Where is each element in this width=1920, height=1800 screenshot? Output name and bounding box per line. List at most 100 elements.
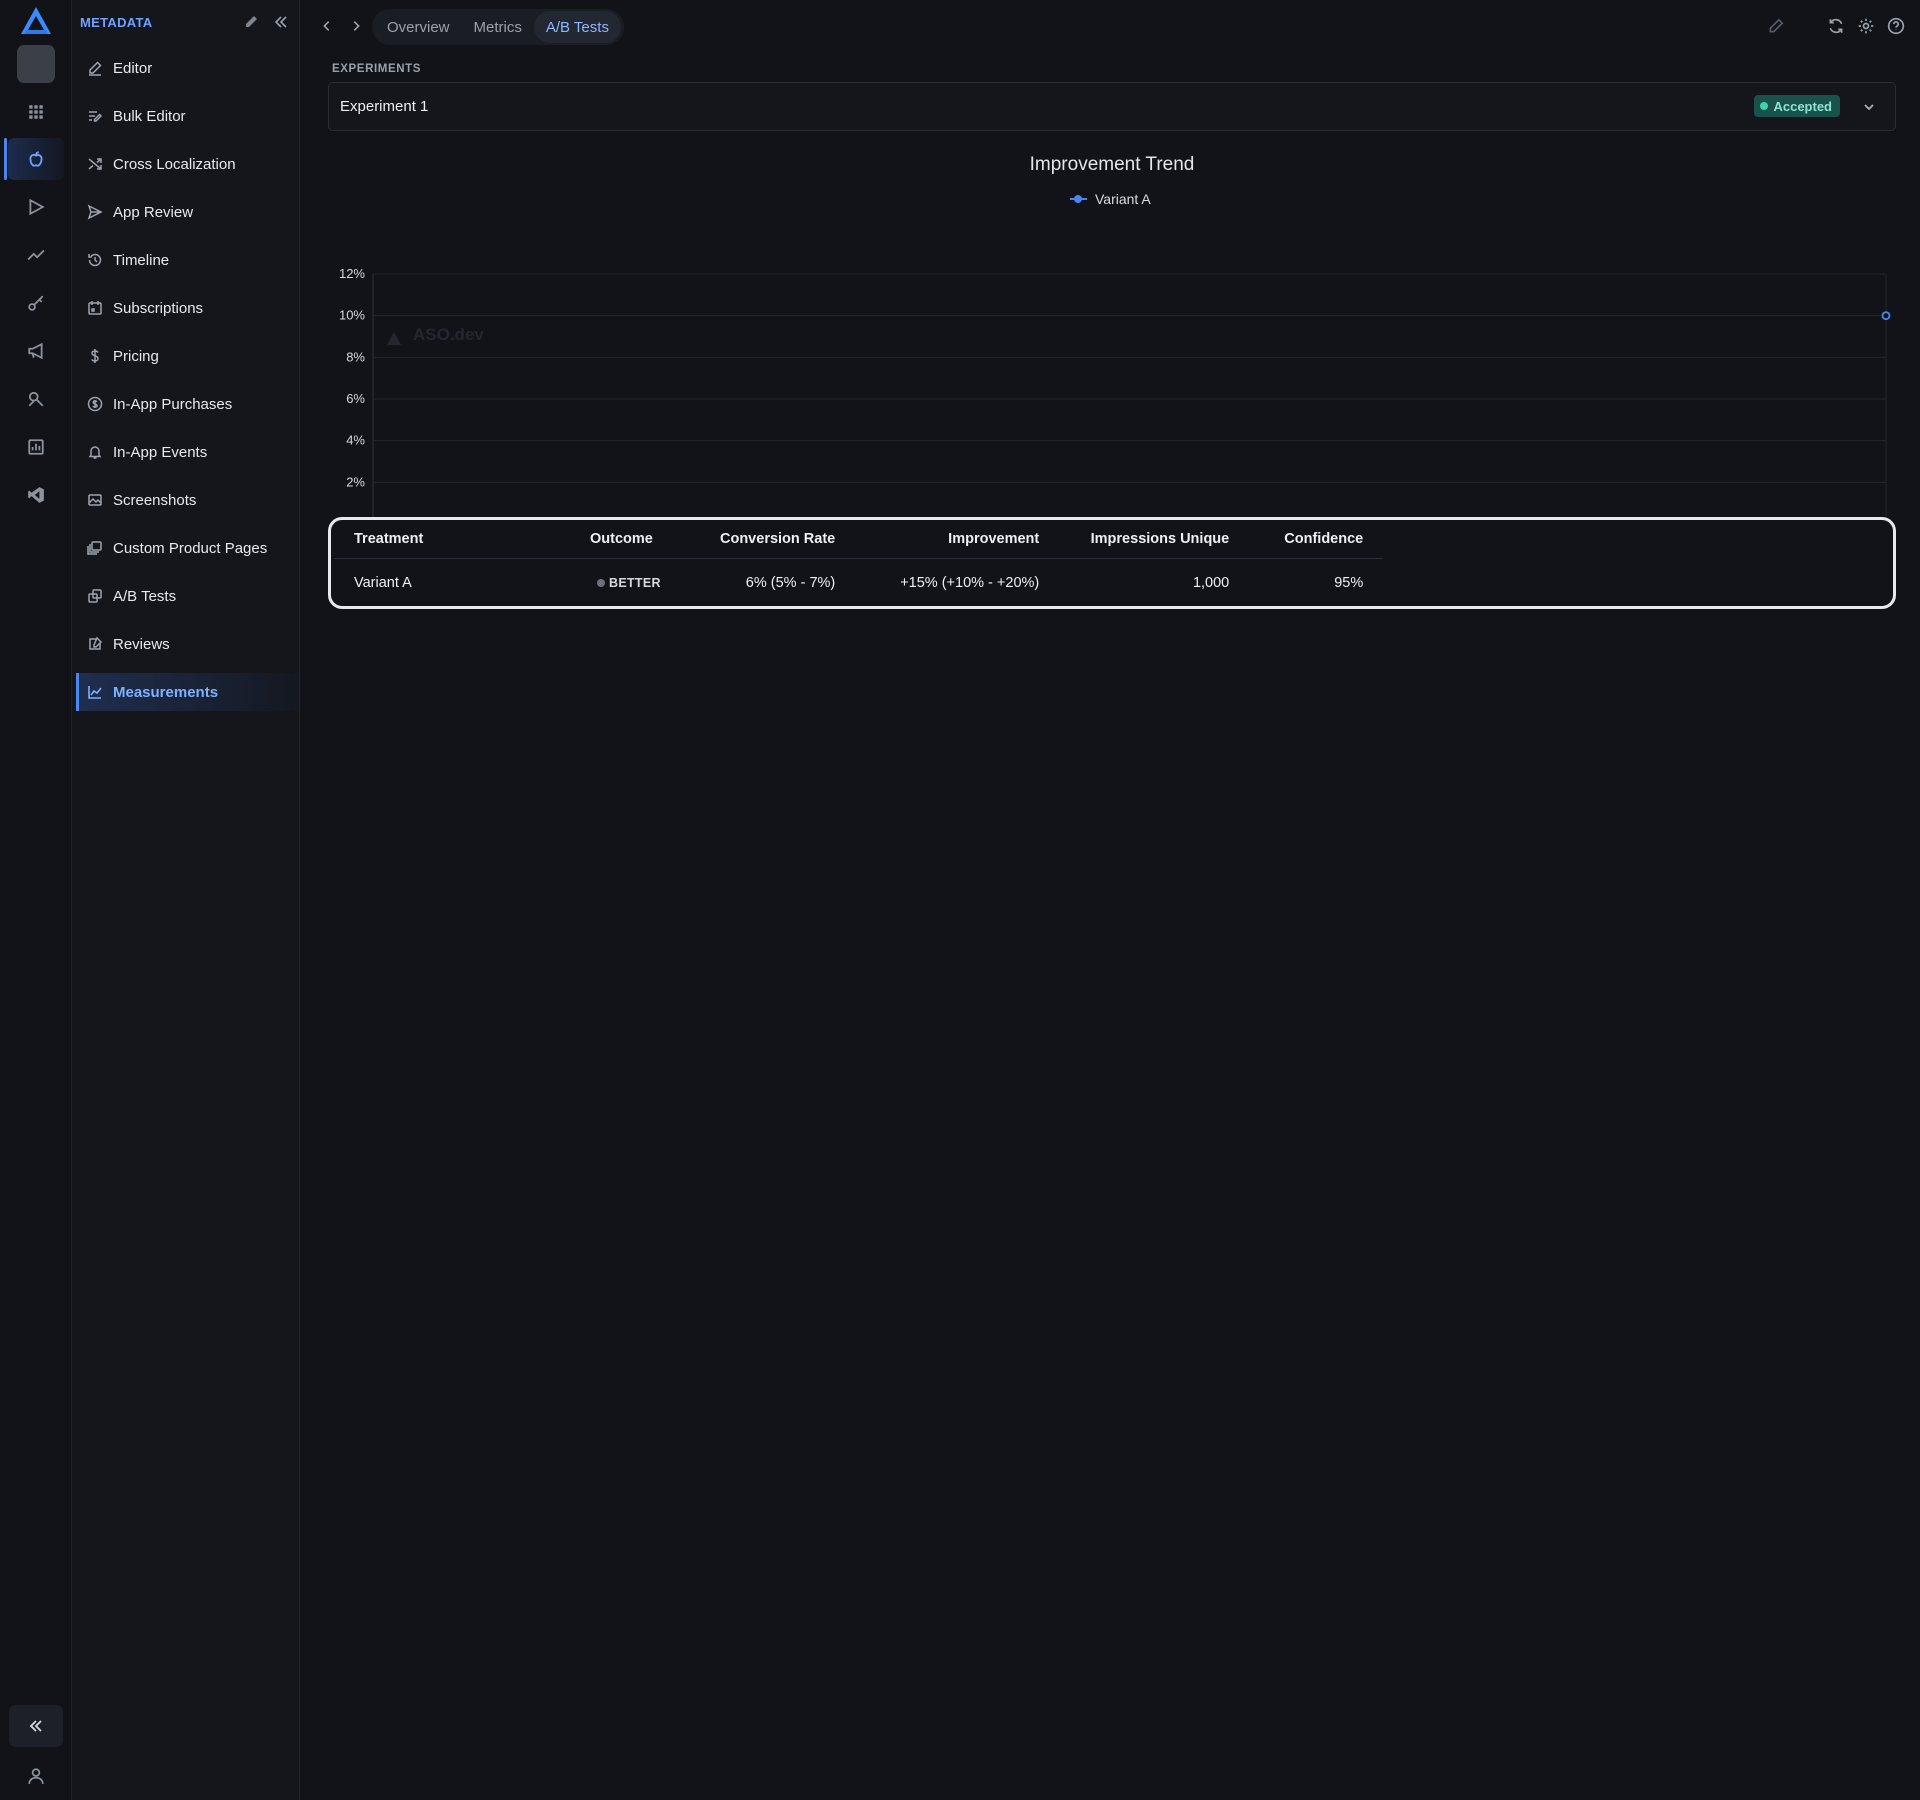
cell-impressions-unique: 1,000 [1192, 575, 1230, 592]
sidebar-item-ab-tests[interactable]: A/B Tests [76, 577, 300, 615]
tab-overview[interactable]: Overview [375, 11, 462, 43]
legend-label: Variant A [1095, 191, 1151, 207]
legend-marker [1070, 194, 1087, 204]
cell-outcome: BETTER [570, 558, 700, 608]
sidebar-item-label: Cross Localization [113, 155, 236, 173]
view-tabs: Overview Metrics A/B Tests [372, 9, 624, 45]
sidebar-item-label: App Review [113, 203, 194, 221]
sidebar-item-label: Measurements [113, 683, 219, 701]
header-confidence: Confidence [1249, 520, 1384, 559]
outcome-dot [597, 579, 605, 588]
sidebar-item-label: A/B Tests [113, 587, 177, 605]
chart-legend[interactable]: Variant A [1070, 191, 1151, 207]
back-arrow-icon[interactable] [316, 15, 338, 37]
results-table-card: Treatment Outcome Conversion Rate Improv… [328, 517, 1896, 609]
y-tick-label: 8% [346, 349, 365, 364]
metadata-sidebar: METADATA Editor Bulk Editor Cross Locali… [72, 0, 300, 1800]
sidebar-title: METADATA [80, 14, 153, 30]
sidebar-item-editor[interactable]: Editor [76, 49, 300, 87]
sidebar-item-in-app-purchases[interactable]: In-App Purchases [76, 385, 300, 423]
chart-title: Improvement Trend [1029, 154, 1195, 175]
experiment-name: Experiment 1 [340, 98, 429, 115]
edit-pencil-icon[interactable] [243, 14, 259, 30]
send-icon [86, 203, 104, 221]
app-avatar[interactable] [17, 45, 55, 83]
sidebar-item-timeline[interactable]: Timeline [76, 241, 300, 279]
chevron-down-icon[interactable] [1861, 99, 1877, 115]
sidebar-item-label: Screenshots [113, 491, 197, 509]
y-tick-label: 4% [346, 433, 365, 448]
sidebar-item-label: Bulk Editor [113, 107, 186, 125]
tab-ab-tests[interactable]: A/B Tests [533, 11, 621, 43]
sidebar-item-label: Timeline [113, 251, 170, 269]
sidebar-item-screenshots[interactable]: Screenshots [76, 481, 300, 519]
user-icon[interactable] [22, 1762, 50, 1790]
sidebar-item-measurements[interactable]: Measurements [76, 673, 300, 711]
results-table: Treatment Outcome Conversion Rate Improv… [334, 520, 1384, 608]
review-icon [86, 635, 104, 653]
forward-arrow-icon[interactable] [345, 15, 367, 37]
sidebar-item-pricing[interactable]: Pricing [76, 337, 300, 375]
sidebar-header: METADATA [80, 14, 291, 30]
y-tick-label: 10% [339, 308, 365, 323]
cell-treatment: Variant A [354, 575, 412, 592]
header-treatment: Treatment [334, 520, 570, 559]
chart-watermark: ASO.dev [413, 325, 484, 344]
status-badge: Accepted [1754, 95, 1840, 117]
refresh-icon[interactable] [1827, 17, 1845, 35]
watermark-logo-icon [387, 332, 401, 345]
image-icon [86, 491, 104, 509]
sidebar-item-label: Pricing [113, 347, 159, 365]
dollar-icon [86, 347, 104, 365]
cell-conversion-rate: 6% (5% - 7%) [745, 575, 836, 592]
header-conversion-rate: Conversion Rate [700, 520, 856, 559]
sidebar-item-label: In-App Purchases [113, 395, 233, 413]
sidebar-item-reviews[interactable]: Reviews [76, 625, 300, 663]
tools-icon[interactable] [8, 378, 64, 420]
double-chevron-left-icon[interactable] [9, 1705, 63, 1747]
aso-logo[interactable] [20, 6, 52, 36]
trend-icon[interactable] [8, 234, 64, 276]
ab-test-icon [86, 587, 104, 605]
table-row[interactable]: Variant A BETTER 6% (5% - 7%) +15% (+10%… [334, 558, 1383, 608]
pencil-icon[interactable] [1767, 17, 1785, 35]
bulk-edit-icon [86, 107, 104, 125]
sidebar-item-subscriptions[interactable]: Subscriptions [76, 289, 300, 327]
coin-icon [86, 395, 104, 413]
sidebar-item-label: In-App Events [113, 443, 208, 461]
cell-confidence: 95% [1334, 575, 1364, 592]
grid-icon[interactable] [8, 91, 64, 133]
bell-icon [86, 443, 104, 461]
play-icon[interactable] [8, 186, 64, 228]
sidebar-item-cross-localization[interactable]: Cross Localization [76, 145, 300, 183]
sidebar-item-custom-product-pages[interactable]: Custom Product Pages [76, 529, 300, 567]
help-icon[interactable] [1887, 17, 1905, 35]
sidebar-item-label: Editor [113, 59, 153, 77]
y-tick-label: 2% [346, 474, 365, 489]
gear-icon[interactable] [1857, 17, 1875, 35]
y-tick-label: 12% [339, 266, 365, 281]
megaphone-icon[interactable] [8, 330, 64, 372]
series-point [1881, 311, 1891, 321]
status-dot [1760, 102, 1769, 110]
sidebar-item-bulk-editor[interactable]: Bulk Editor [76, 97, 300, 135]
collapse-sidebar-icon[interactable] [273, 14, 289, 30]
stack-icon [86, 539, 104, 557]
sidebar-item-label: Reviews [113, 635, 170, 653]
top-bar: Overview Metrics A/B Tests [300, 0, 1920, 52]
table-header-row: Treatment Outcome Conversion Rate Improv… [334, 520, 1384, 559]
sidebar-item-app-review[interactable]: App Review [76, 193, 300, 231]
pencil-icon [86, 59, 104, 77]
sidebar-item-label: Subscriptions [113, 299, 204, 317]
key-icon[interactable] [8, 282, 64, 324]
shuffle-icon [86, 155, 104, 173]
report-icon[interactable] [8, 426, 64, 468]
apple-icon[interactable] [4, 138, 64, 180]
tab-metrics[interactable]: Metrics [462, 11, 534, 43]
calendar-icon [86, 299, 104, 317]
header-improvement: Improvement [855, 520, 1060, 559]
experiment-select[interactable]: Experiment 1 Accepted [328, 82, 1896, 131]
vscode-icon[interactable] [8, 474, 64, 516]
y-tick-label: 6% [346, 391, 365, 406]
sidebar-item-in-app-events[interactable]: In-App Events [76, 433, 300, 471]
